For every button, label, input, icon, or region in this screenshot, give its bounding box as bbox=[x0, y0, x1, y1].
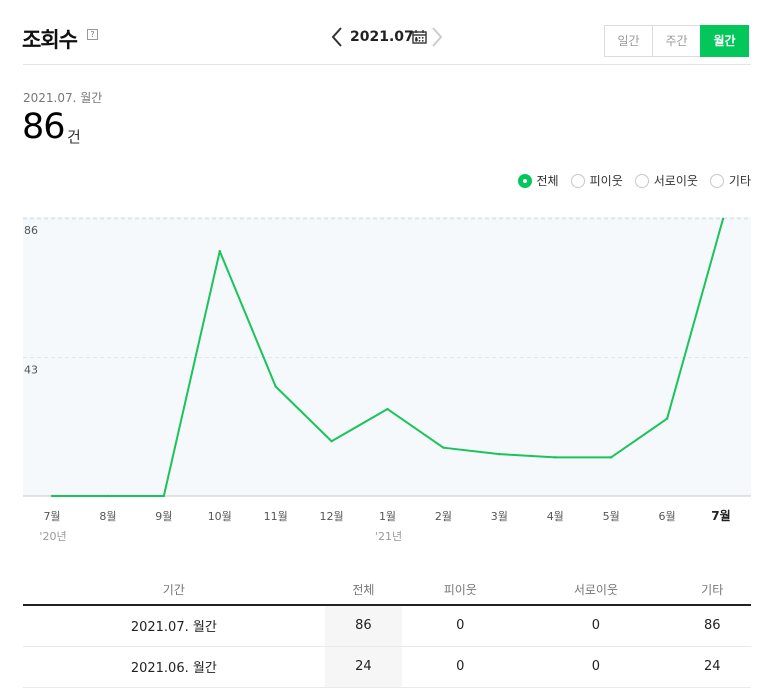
data-point bbox=[50, 494, 54, 498]
y-tick-label: 43 bbox=[24, 364, 38, 377]
x-tick-label: 11월 bbox=[264, 510, 288, 523]
filter-label: 기타 bbox=[728, 174, 751, 188]
stats-table: 기간 전체 피이웃 서로이웃 기타 2021.07. 월간 86 0 0 86 … bbox=[23, 574, 751, 688]
data-point bbox=[554, 456, 557, 459]
filter-label: 전체 bbox=[536, 174, 559, 188]
filter-mutual-neighbor[interactable]: 서로이웃 bbox=[634, 172, 698, 189]
column-header-neighbor: 피이웃 bbox=[402, 574, 519, 606]
data-point bbox=[609, 456, 613, 459]
summary-unit: 건 bbox=[67, 128, 81, 146]
header-divider bbox=[23, 64, 751, 65]
chevron-right-icon[interactable] bbox=[430, 27, 444, 47]
y-tick-label: 86 bbox=[24, 224, 38, 237]
stats-header: 조회수 ? 2021.07. 일간 주간 월간 bbox=[0, 0, 783, 66]
x-tick-label: 2월 bbox=[435, 510, 452, 523]
cell-mutual: 0 bbox=[518, 646, 674, 688]
x-tick-label: 12월 bbox=[320, 510, 344, 523]
filter-all[interactable]: 전체 bbox=[517, 172, 559, 189]
filter-label: 피이웃 bbox=[589, 174, 623, 188]
data-point bbox=[498, 452, 501, 456]
radio-icon[interactable] bbox=[570, 173, 585, 188]
table-header-row: 기간 전체 피이웃 서로이웃 기타 bbox=[23, 574, 751, 606]
data-point bbox=[162, 494, 166, 498]
views-line-chart: 43 86 7월 '20년 8월 9월 10월 11월 12월 1월 '21년 2월 3월 4월 5월 6월 7… bbox=[23, 217, 751, 543]
cell-mutual: 0 bbox=[518, 605, 674, 647]
plot-area bbox=[23, 217, 751, 496]
x-tick-label: 5월 bbox=[603, 510, 620, 523]
radio-icon[interactable] bbox=[634, 173, 649, 188]
summary-value: 86 bbox=[22, 107, 66, 147]
cell-total: 24 bbox=[324, 646, 403, 688]
calendar-icon[interactable] bbox=[412, 29, 427, 44]
x-tick-label: 10월 bbox=[208, 510, 232, 523]
views-chart: 43 86 7월 '20년 8월 9월 10월 11월 12월 1월 '21년 2월 3월 4월 5월 6월 7… bbox=[0, 200, 783, 545]
cell-period: 2021.07. 월간 bbox=[23, 605, 325, 647]
column-header-mutual: 서로이웃 bbox=[518, 574, 674, 606]
x-tick-label: 3월 bbox=[491, 510, 508, 523]
data-point bbox=[106, 494, 110, 498]
radio-icon[interactable] bbox=[709, 173, 724, 188]
table-row: 2021.07. 월간 86 0 0 86 bbox=[23, 605, 751, 647]
cell-other: 24 bbox=[673, 646, 751, 688]
column-header-other: 기타 bbox=[673, 574, 751, 606]
radio-checked-icon[interactable] bbox=[517, 173, 532, 188]
x-tick-label: 4월 bbox=[547, 510, 564, 523]
visitor-filter: 전체 피이웃 서로이웃 기타 bbox=[506, 172, 751, 189]
help-icon[interactable]: ? bbox=[87, 29, 98, 40]
tab-daily[interactable]: 일간 bbox=[604, 25, 653, 57]
current-date-label: 2021.07. bbox=[350, 29, 420, 45]
data-point bbox=[721, 217, 725, 221]
filter-other[interactable]: 기타 bbox=[709, 172, 751, 189]
cell-total: 86 bbox=[324, 605, 403, 647]
cell-period: 2021.06. 월간 bbox=[23, 646, 325, 688]
data-point bbox=[274, 385, 277, 388]
filter-label: 서로이웃 bbox=[653, 174, 698, 188]
tab-monthly[interactable]: 월간 bbox=[700, 25, 749, 57]
data-point bbox=[330, 440, 333, 443]
period-tabs: 일간 주간 월간 bbox=[604, 25, 749, 57]
column-header-total: 전체 bbox=[324, 574, 403, 606]
cell-neighbor: 0 bbox=[402, 646, 519, 688]
chevron-left-icon[interactable] bbox=[330, 27, 344, 47]
tab-weekly[interactable]: 주간 bbox=[652, 25, 701, 57]
filter-neighbor[interactable]: 피이웃 bbox=[570, 172, 623, 189]
x-tick-label: 7월 bbox=[711, 508, 730, 523]
x-year-label: '21년 bbox=[375, 530, 402, 543]
data-point bbox=[218, 250, 221, 253]
data-point bbox=[386, 407, 389, 411]
cell-other: 86 bbox=[673, 605, 751, 647]
x-tick-label: 9월 bbox=[155, 510, 172, 523]
summary-period: 2021.07. 월간 bbox=[23, 91, 103, 105]
x-tick-label: 8월 bbox=[99, 510, 116, 523]
x-year-label: '20년 bbox=[39, 530, 66, 543]
page-title: 조회수 bbox=[22, 28, 78, 52]
x-tick-label: 1월 bbox=[379, 510, 396, 523]
x-tick-label: 6월 bbox=[659, 510, 676, 523]
data-point bbox=[442, 446, 445, 449]
column-header-period: 기간 bbox=[23, 574, 325, 606]
data-point bbox=[665, 417, 669, 420]
table-row: 2021.06. 월간 24 0 0 24 bbox=[23, 646, 751, 688]
x-tick-label: 7월 bbox=[43, 510, 60, 523]
cell-neighbor: 0 bbox=[402, 605, 519, 647]
